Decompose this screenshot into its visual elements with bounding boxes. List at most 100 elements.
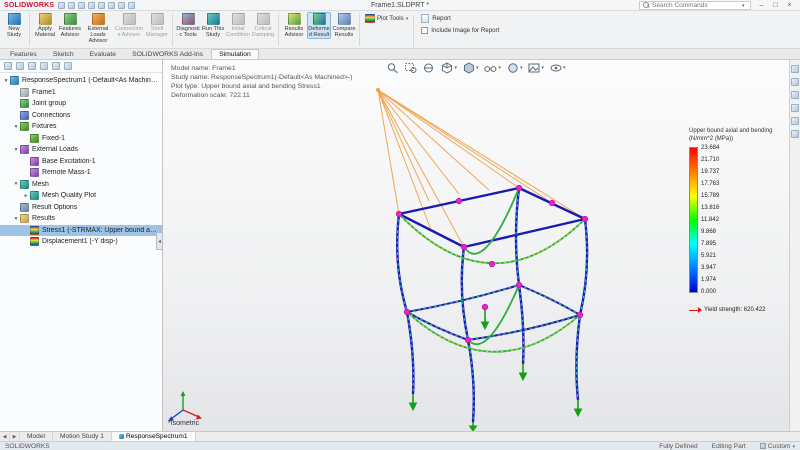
view-orientation-button[interactable] [439,62,458,74]
view-orientation-label: *Isometric [168,420,199,427]
rebuild-icon[interactable] [118,2,125,9]
appearance-sphere-icon [506,62,519,74]
unit-system-dropdown[interactable]: Custom [760,443,795,450]
tab-simulation[interactable]: Simulation [211,49,259,59]
view-palette-icon[interactable] [791,104,799,112]
remote-mass-icon [30,168,39,177]
tab-features[interactable]: Features [2,49,45,59]
ribbon-button-apply-material[interactable]: Apply Material [33,12,57,39]
tab-sketch[interactable]: Sketch [45,49,82,59]
expander-icon[interactable] [12,216,20,222]
graphics-viewport[interactable]: Model name: Frame1 Study name: ResponseS… [163,60,789,431]
ribbon-button-features-advisor[interactable]: Features Advisor [58,12,82,39]
save-icon[interactable] [78,2,85,9]
tree-item-remote-mass-1[interactable]: Remote Mass-1 [0,167,162,179]
expander-icon[interactable] [12,124,20,130]
tabs-scroll-left-button[interactable] [0,432,10,441]
plot-info-text: Model name: Frame1 Study name: ResponseS… [171,64,352,100]
tree-item-base-excitation-1[interactable]: Base Excitation-1 [0,156,162,168]
report-icon [421,14,429,23]
search-caret-icon[interactable] [742,2,745,9]
featuremanager-tree-tab-icon[interactable] [4,62,12,70]
hide-show-items-button[interactable] [482,62,502,74]
dimxpertmanager-tab-icon[interactable] [40,62,48,70]
fixtures-icon [20,122,29,131]
tree-item-results[interactable]: Results [0,213,162,225]
appearances-scenes-icon[interactable] [791,117,799,125]
excitation-source-point [376,88,380,92]
cross-braces[interactable] [399,188,585,352]
expander-icon[interactable] [22,193,30,199]
minimize-button[interactable] [755,1,768,10]
solidworks-logo: SOLIDWORKS [4,2,54,9]
tree-item-mesh-quality-plot[interactable]: Mesh Quality Plot [0,190,162,202]
tab-model[interactable]: Model [20,432,53,441]
ribbon-button-compare-results[interactable]: Compare Results [332,12,356,39]
tree-item-fixed-1[interactable]: Fixed-1 [0,133,162,145]
ribbon-separator [29,13,30,46]
tab-responsespectrum1[interactable]: ResponseSpectrum1 [112,432,196,441]
plot-tools-icon [365,14,375,23]
ribbon-button-results-advisor[interactable]: Results Advisor [282,12,306,39]
apply-scene-button[interactable] [527,62,546,74]
close-button[interactable] [783,1,796,10]
expander-icon[interactable] [12,181,20,187]
results-advisor-icon [288,13,301,25]
maximize-button[interactable] [769,1,782,10]
solidworks-resources-icon[interactable] [791,65,799,73]
section-view-button[interactable] [421,62,436,74]
tab-evaluate[interactable]: Evaluate [82,49,124,59]
tree-item-mesh[interactable]: Mesh [0,179,162,191]
fixture-arrows[interactable] [410,364,582,431]
print-icon[interactable] [88,2,95,9]
ribbon-button-run-this-study[interactable]: Run This Study [201,12,225,39]
search-commands-box[interactable] [639,1,751,10]
redo-icon[interactable] [108,2,115,9]
tree-item-study-root[interactable]: ResponseSpectrum1 (-Default<As Machined>… [0,75,162,87]
custom-properties-icon[interactable] [791,130,799,138]
ribbon-button-external-loads-advisor[interactable]: External Loads Advisor [83,12,113,45]
frame-members[interactable] [397,188,587,422]
options-icon[interactable] [128,2,135,9]
tree-item-connections[interactable]: Connections [0,110,162,122]
study-icon [10,76,19,85]
tree-item-frame1[interactable]: Frame1 [0,87,162,99]
tab-motion-study-1[interactable]: Motion Study 1 [53,432,112,441]
file-explorer-icon[interactable] [791,91,799,99]
include-image-for-report-button[interactable]: Include Image for Report [421,27,499,34]
zoom-fit-button[interactable] [385,62,400,74]
plot-tools-button[interactable]: Plot Tools [365,14,408,23]
search-input[interactable] [652,2,740,9]
panel-collapse-arrow[interactable] [156,232,163,250]
open-file-icon[interactable] [68,2,75,9]
joint-group-icon [20,99,29,108]
simulation-study-tab-icon[interactable] [64,62,72,70]
expander-icon[interactable] [2,78,10,84]
new-file-icon[interactable] [58,2,65,9]
undo-icon[interactable] [98,2,105,9]
tree-item-joint-group[interactable]: Joint group [0,98,162,110]
critical-damping-icon [257,13,270,25]
ribbon-button-deformed-result[interactable]: Deformed Result [307,12,331,39]
tab-solidworks-add-ins[interactable]: SOLIDWORKS Add-Ins [124,49,211,59]
tree-item-stress1[interactable]: Stress1 (-STRMAX: Upper bound axial and … [0,225,162,237]
ribbon-button-diagnostic-tools[interactable]: Diagnostic Tools [176,12,200,39]
stress-legend: Upper bound axial and bending (N/mm^2 (M… [689,128,775,313]
design-library-icon[interactable] [791,78,799,86]
tree-item-result-options[interactable]: Result Options [0,202,162,214]
expander-icon[interactable] [12,147,20,153]
display-style-button[interactable] [461,62,480,74]
tree-item-displacement1[interactable]: Displacement1 (-Y disp-) [0,236,162,248]
remote-mass-arrow[interactable] [482,307,489,329]
ribbon-button-new-study[interactable]: New Study [2,12,26,39]
report-button[interactable]: Report [421,14,499,23]
tree-item-external-loads[interactable]: External Loads [0,144,162,156]
tabs-scroll-right-button[interactable] [10,432,20,441]
edit-appearance-button[interactable] [505,62,524,74]
zoom-area-button[interactable] [403,62,418,74]
view-settings-button[interactable] [548,62,567,74]
configurationmanager-tab-icon[interactable] [28,62,36,70]
tree-item-fixtures[interactable]: Fixtures [0,121,162,133]
displaymanager-tab-icon[interactable] [52,62,60,70]
propertymanager-tab-icon[interactable] [16,62,24,70]
